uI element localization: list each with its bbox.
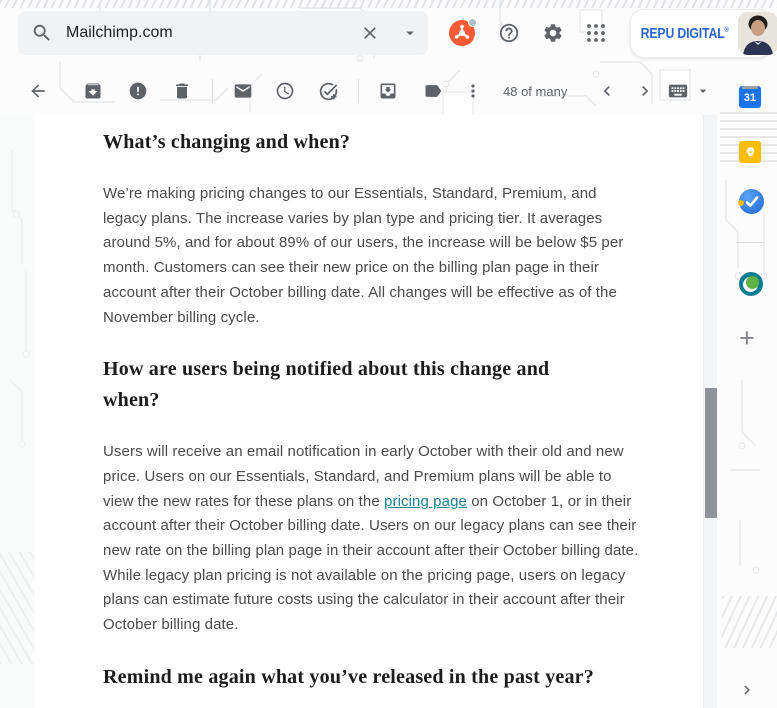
older-chevron-right-icon[interactable] [627,73,663,109]
pagination-count: 48 of many [503,84,568,99]
search-bar [18,11,428,55]
snooze-clock-icon[interactable] [267,73,303,109]
search-input[interactable] [66,24,348,42]
back-arrow-icon[interactable] [20,73,56,109]
help-icon[interactable] [489,13,529,53]
clear-search-icon[interactable] [348,11,392,55]
more-options-icon[interactable] [455,73,491,109]
repu-digital-logo: REPU DIGITAL® [640,25,729,42]
email-paragraph-1: We’re making pricing changes to our Esse… [103,185,624,326]
search-options-dropdown-icon[interactable] [392,11,428,55]
user-avatar [738,12,777,55]
move-to-icon[interactable] [370,73,406,109]
archive-icon[interactable] [75,73,111,109]
settings-gear-icon[interactable] [533,13,573,53]
account-profile-pill[interactable]: REPU DIGITAL® [630,9,777,58]
pattern-hatch-top [0,0,777,8]
show-side-panel-chevron-icon[interactable] [733,676,761,704]
search-icon[interactable] [18,11,66,55]
get-addons-plus-icon[interactable]: + [739,325,755,352]
google-keep-icon[interactable] [739,141,761,163]
email-heading-3: Remind me again what you’ve released in … [103,665,594,688]
webex-app-icon[interactable] [739,272,763,296]
google-calendar-icon[interactable]: 31 [739,86,761,108]
registered-mark: ® [724,27,729,34]
input-tools-dropdown-icon[interactable] [692,73,714,109]
email-heading-1: What’s changing and when? [103,131,351,153]
content-scrollbar-thumb[interactable] [705,388,717,518]
delete-trash-icon[interactable] [164,73,200,109]
email-paragraph-2: Users will receive an email notification… [103,440,671,638]
calendar-date-label: 31 [743,92,757,104]
newer-chevron-left-icon[interactable] [589,73,625,109]
email-reading-pane: What’s changing and when? We’re making p… [35,115,703,708]
pattern-hatch-right-2 [722,596,777,648]
label-icon[interactable] [415,73,451,109]
toolbar-divider [212,79,213,103]
google-apps-grid-icon[interactable] [576,13,616,53]
add-to-tasks-icon[interactable] [310,73,346,109]
hubspot-extension-icon[interactable] [442,13,482,53]
input-tools-keyboard-icon[interactable] [663,73,693,109]
toolbar-divider [358,79,359,103]
google-tasks-icon[interactable] [738,189,764,214]
mark-unread-icon[interactable] [225,73,261,109]
side-panel-divider [736,242,764,243]
report-spam-icon[interactable] [120,73,156,109]
email-heading-2: How are users being notified about this … [103,358,550,412]
content-scrollbar-track[interactable] [703,115,717,708]
pricing-page-link[interactable]: pricing page [384,493,467,510]
paragraph-text: on October 1, or in their account after … [103,492,639,634]
left-gutter [0,115,35,708]
